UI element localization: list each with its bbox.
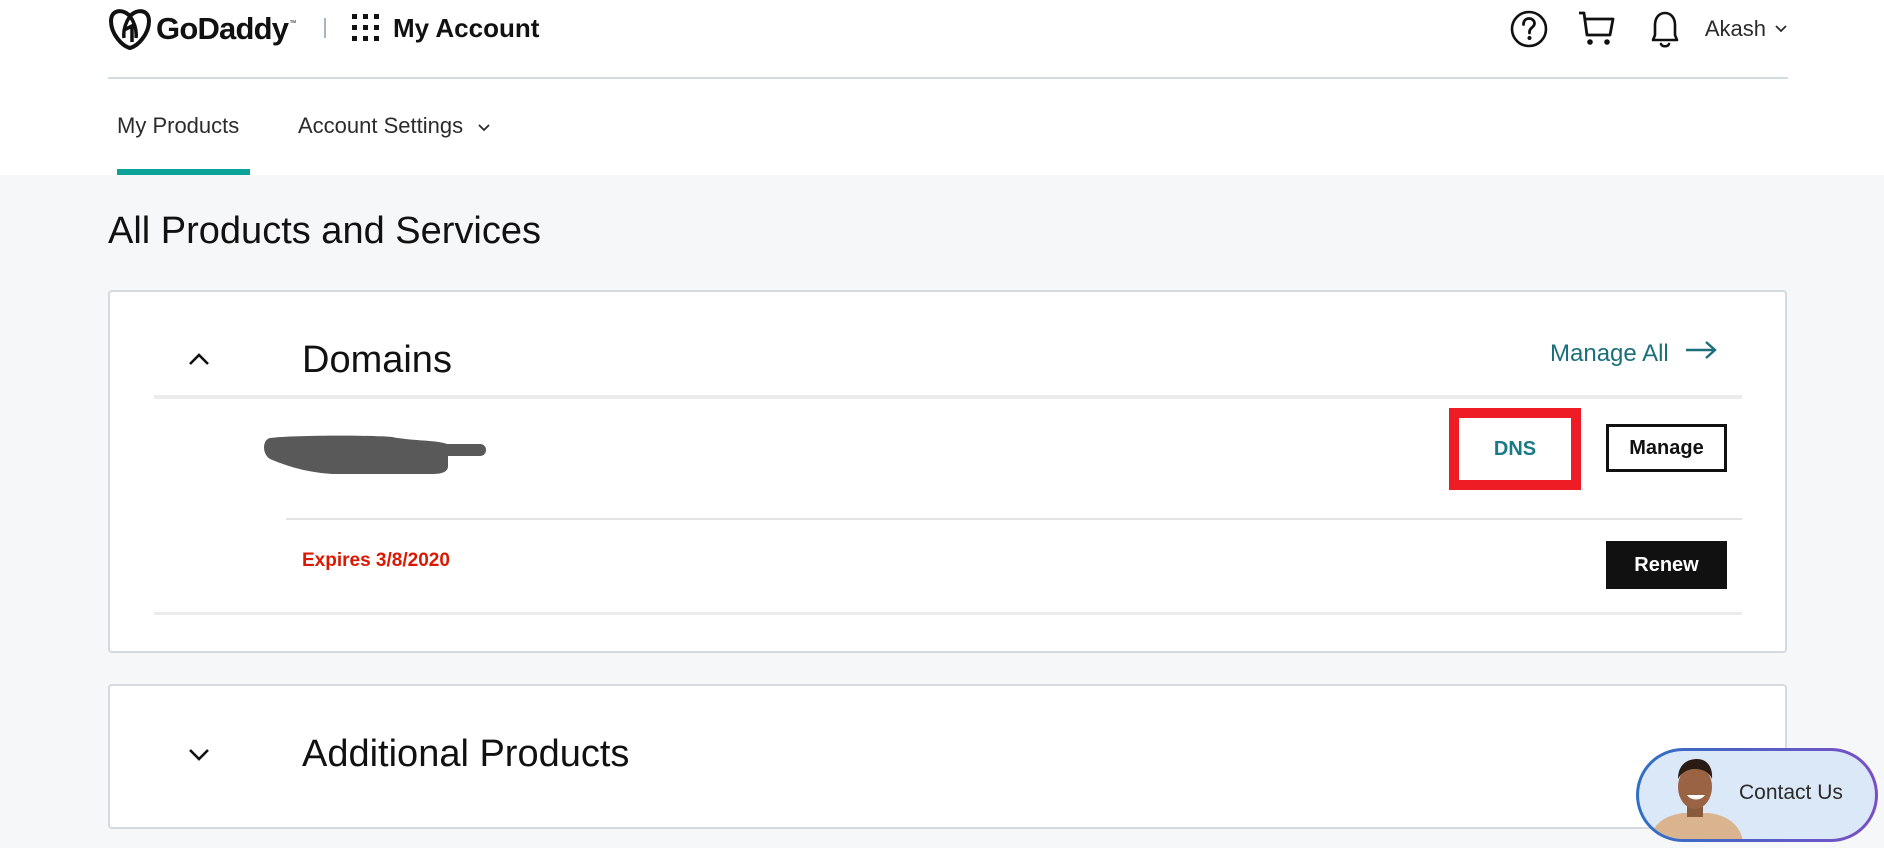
cart-icon[interactable] (1575, 8, 1619, 50)
manage-all-label: Manage All (1550, 340, 1669, 367)
support-agent-avatar (1649, 759, 1743, 839)
additional-products-title: Additional Products (302, 733, 630, 775)
chevron-down-icon (478, 124, 490, 132)
tab-label: Account Settings (298, 113, 464, 138)
contact-us-button[interactable]: Contact Us (1636, 748, 1878, 842)
user-menu[interactable]: Akash (1705, 16, 1788, 42)
user-name: Akash (1704, 16, 1766, 41)
active-tab-indicator (117, 169, 250, 175)
page-title: All Products and Services (108, 210, 541, 252)
domains-card: Domains Manage All DNS Manage Expires 3/… (108, 290, 1787, 653)
dns-highlight-box: DNS (1449, 408, 1581, 490)
header-divider (108, 77, 1788, 79)
renew-button[interactable]: Renew (1606, 541, 1727, 589)
brand-name: GoDaddy (156, 11, 289, 46)
expiration-status: Expires 3/8/2020 (302, 550, 450, 571)
tab-account-settings[interactable]: Account Settings (298, 108, 491, 144)
app-title[interactable]: My Account (393, 12, 539, 44)
tab-my-products[interactable]: My Products (117, 108, 250, 175)
chevron-down-icon (1775, 25, 1787, 33)
redacted-domain-name (264, 435, 486, 474)
manage-all-link[interactable]: Manage All (1550, 340, 1717, 368)
row-divider (286, 518, 1742, 520)
tab-label: My Products (117, 113, 240, 138)
help-icon[interactable] (1507, 8, 1551, 50)
section-bottom-divider (154, 612, 1742, 615)
godaddy-logo[interactable]: GoDaddy ™ (108, 8, 296, 50)
app-grid-icon[interactable] (352, 14, 379, 41)
header: GoDaddy ™ My Account Akash My Products A… (0, 0, 1884, 175)
collapse-domains-toggle[interactable] (184, 348, 214, 370)
dns-button[interactable]: DNS (1494, 438, 1536, 461)
contact-us-inner: Contact Us (1639, 751, 1875, 839)
trademark: ™ (289, 19, 297, 27)
logo-separator (324, 18, 326, 38)
manage-button[interactable]: Manage (1606, 424, 1727, 472)
godaddy-logo-icon (108, 9, 152, 50)
section-divider (154, 395, 1742, 399)
bell-icon[interactable] (1643, 8, 1687, 50)
chevron-down-icon (189, 749, 209, 761)
domains-title: Domains (302, 339, 452, 381)
nav-tabs: My Products Account Settings (117, 108, 491, 175)
header-actions: Akash (1507, 8, 1788, 50)
chevron-up-icon (189, 353, 209, 365)
expand-additional-toggle[interactable] (184, 744, 214, 766)
arrow-right-icon (1685, 341, 1717, 359)
contact-us-label: Contact Us (1739, 781, 1843, 804)
additional-products-card: Additional Products (108, 684, 1787, 829)
